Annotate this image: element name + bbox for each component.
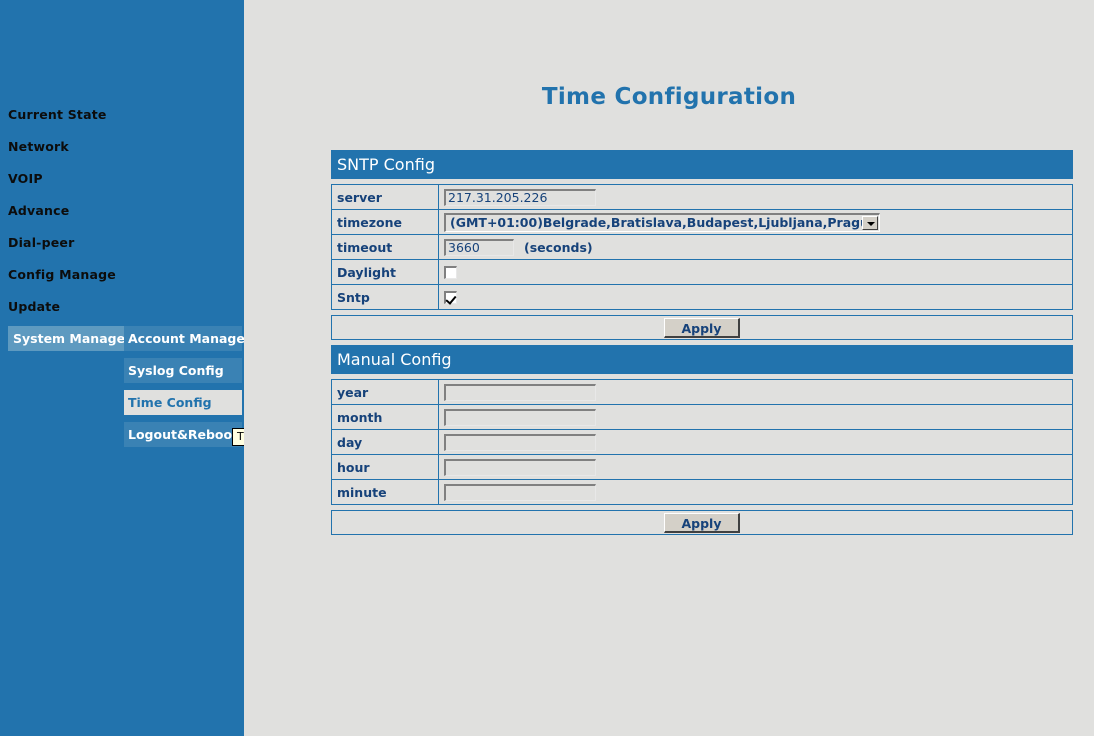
- month-label: month: [331, 404, 439, 430]
- timezone-select-value: (GMT+01:00)Belgrade,Bratislava,Budapest,…: [450, 214, 878, 230]
- year-input[interactable]: [444, 383, 596, 401]
- submenu-item-label: Logout&Reboot: [128, 427, 239, 442]
- submenu-item-label: Account Manage: [128, 331, 245, 346]
- hour-label: hour: [331, 454, 439, 480]
- timezone-cell: (GMT+01:00)Belgrade,Bratislava,Budapest,…: [438, 209, 1073, 235]
- table-row: server: [331, 184, 1073, 210]
- daylight-label: Daylight: [331, 259, 439, 285]
- sidebar: Current State Network VOIP Advance Dial-…: [0, 0, 308, 736]
- sntp-cell: [438, 284, 1073, 310]
- sidebar-item-label: System Manage: [13, 331, 126, 346]
- table-row: Daylight: [331, 259, 1073, 285]
- manual-apply-row: Apply: [331, 510, 1073, 535]
- sidebar-submenu: Account Manage Syslog Config Time Config…: [124, 326, 245, 454]
- sntp-apply-button[interactable]: Apply: [664, 318, 740, 338]
- month-cell: [438, 404, 1073, 430]
- submenu-item-label: Syslog Config: [128, 363, 224, 378]
- day-input[interactable]: [444, 433, 596, 451]
- submenu-item-label: Time Config: [128, 395, 212, 410]
- sidebar-item-label: Dial-peer: [8, 235, 75, 250]
- sntp-label: Sntp: [331, 284, 439, 310]
- sntp-checkbox[interactable]: [444, 291, 457, 304]
- sidebar-item-voip[interactable]: VOIP: [8, 172, 43, 186]
- sntp-config-table: server timezone (GMT+01:00)Belgrade,Brat…: [331, 184, 1073, 310]
- sidebar-item-current-state[interactable]: Current State: [8, 108, 107, 122]
- month-input[interactable]: [444, 408, 596, 426]
- submenu-item-account-manage[interactable]: Account Manage: [124, 326, 245, 351]
- sntp-config-panel: SNTP Config server timezone (GMT+01:00)B…: [331, 150, 1073, 340]
- hour-input[interactable]: [444, 458, 596, 476]
- page-title: Time Configuration: [541, 84, 797, 110]
- sidebar-item-update[interactable]: Update: [8, 300, 60, 314]
- day-cell: [438, 429, 1073, 455]
- sidebar-item-label: Current State: [8, 107, 107, 122]
- sidebar-item-dial-peer[interactable]: Dial-peer: [8, 236, 74, 250]
- sidebar-item-config-manage[interactable]: Config Manage: [8, 268, 116, 282]
- timeout-label: timeout: [331, 234, 439, 260]
- timeout-unit-label: (seconds): [524, 240, 593, 255]
- main-content: Time Configuration SNTP Config server ti…: [244, 0, 1094, 736]
- submenu-item-time-config[interactable]: Time Config: [124, 390, 242, 415]
- table-row: day: [331, 429, 1073, 455]
- submenu-item-logout-reboot[interactable]: Logout&Reboot: [124, 422, 242, 447]
- manual-apply-button[interactable]: Apply: [664, 513, 740, 533]
- daylight-checkbox[interactable]: [444, 266, 457, 279]
- manual-config-table: year month day hour minute: [331, 379, 1073, 505]
- sidebar-item-system-manage[interactable]: System Manage: [8, 326, 126, 351]
- timeout-cell: (seconds): [438, 234, 1073, 260]
- server-cell: [438, 184, 1073, 210]
- sntp-config-heading: SNTP Config: [331, 150, 1073, 179]
- table-row: Sntp: [331, 284, 1073, 310]
- minute-label: minute: [331, 479, 439, 505]
- table-row: timezone (GMT+01:00)Belgrade,Bratislava,…: [331, 209, 1073, 235]
- server-label: server: [331, 184, 439, 210]
- manual-config-panel: Manual Config year month day hour minute…: [331, 345, 1073, 535]
- table-row: hour: [331, 454, 1073, 480]
- chevron-down-icon[interactable]: [862, 215, 878, 230]
- timezone-select[interactable]: (GMT+01:00)Belgrade,Bratislava,Budapest,…: [444, 212, 880, 232]
- table-row: month: [331, 404, 1073, 430]
- daylight-cell: [438, 259, 1073, 285]
- table-row: year: [331, 379, 1073, 405]
- sidebar-item-network[interactable]: Network: [8, 140, 69, 154]
- year-cell: [438, 379, 1073, 405]
- server-input[interactable]: [444, 188, 596, 206]
- day-label: day: [331, 429, 439, 455]
- manual-config-heading: Manual Config: [331, 345, 1073, 374]
- minute-cell: [438, 479, 1073, 505]
- sidebar-item-label: Update: [8, 299, 61, 314]
- sntp-apply-row: Apply: [331, 315, 1073, 340]
- table-row: timeout (seconds): [331, 234, 1073, 260]
- sidebar-item-label: Advance: [8, 203, 70, 218]
- sidebar-item-advance[interactable]: Advance: [8, 204, 69, 218]
- sidebar-item-label: Network: [8, 139, 69, 154]
- year-label: year: [331, 379, 439, 405]
- hour-cell: [438, 454, 1073, 480]
- timeout-input[interactable]: [444, 238, 514, 256]
- table-row: minute: [331, 479, 1073, 505]
- sidebar-item-label: Config Manage: [8, 267, 116, 282]
- minute-input[interactable]: [444, 483, 596, 501]
- timezone-label: timezone: [331, 209, 439, 235]
- submenu-item-syslog-config[interactable]: Syslog Config: [124, 358, 242, 383]
- sidebar-item-label: VOIP: [8, 171, 43, 186]
